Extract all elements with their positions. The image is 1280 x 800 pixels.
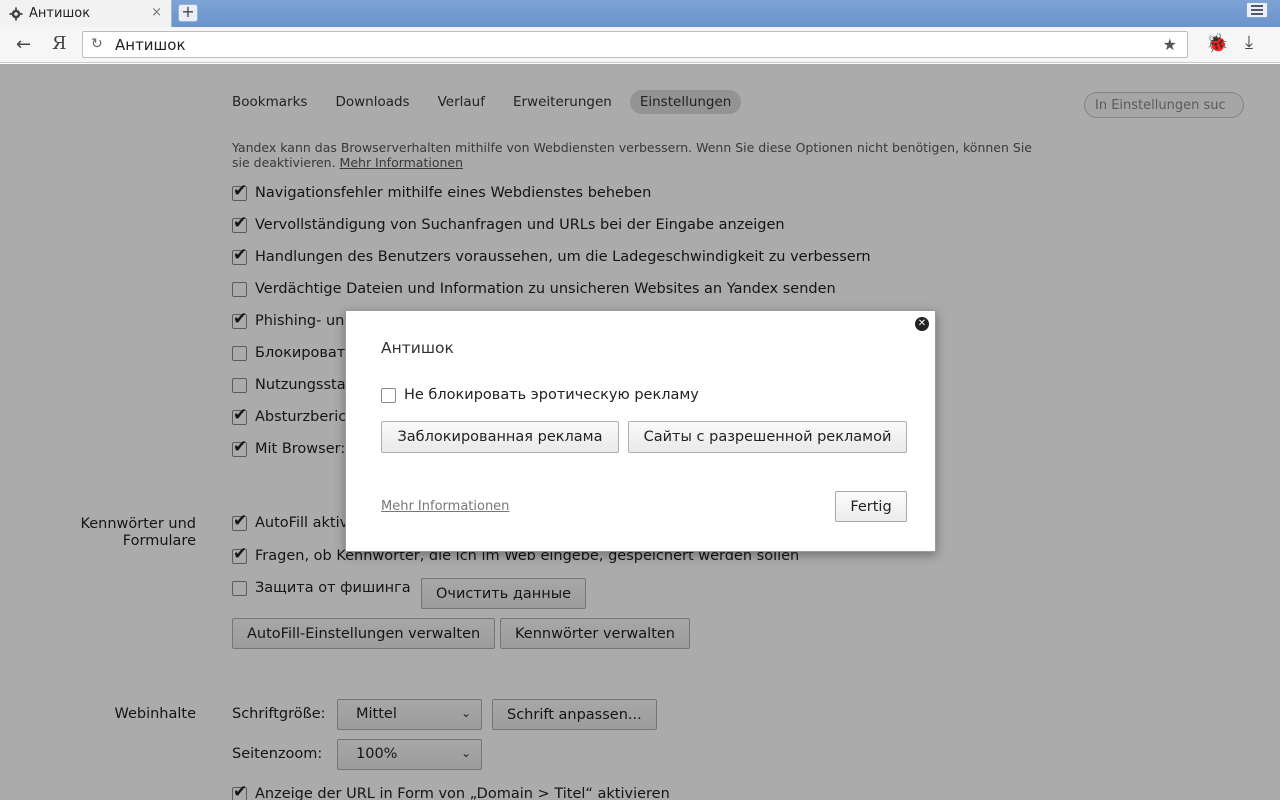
close-icon[interactable]: ✕ xyxy=(915,317,929,331)
star-icon[interactable]: ★ xyxy=(1163,35,1177,54)
browser-toolbar: ← Я ↻ Антишок ★ 🐞 ⤓ xyxy=(0,27,1280,63)
more-info-link[interactable]: Mehr Informationen xyxy=(381,499,509,514)
reload-icon[interactable]: ↻ xyxy=(91,36,103,52)
done-button[interactable]: Fertig xyxy=(835,491,907,522)
menu-icon[interactable] xyxy=(1246,2,1268,18)
close-icon[interactable]: × xyxy=(151,5,162,20)
blocked-ads-button[interactable]: Заблокированная реклама xyxy=(381,421,619,453)
checkbox[interactable] xyxy=(381,387,396,403)
address-text[interactable]: Антишок xyxy=(115,36,186,54)
address-bar[interactable]: ↻ Антишок ★ xyxy=(82,31,1188,58)
browser-tab[interactable]: Антишок × xyxy=(0,0,172,27)
download-icon[interactable]: ⤓ xyxy=(1245,32,1253,53)
antishock-dialog: ✕ Антишок Не блокировать эротическую рек… xyxy=(345,310,936,552)
yandex-logo[interactable]: Я xyxy=(52,33,67,54)
tab-title: Антишок xyxy=(29,6,91,21)
option-label: Не блокировать эротическую рекламу xyxy=(404,387,699,403)
allowed-sites-button[interactable]: Сайты с разрешенной рекламой xyxy=(628,421,907,453)
tab-strip: Антишок × + xyxy=(0,0,1280,27)
back-icon[interactable]: ← xyxy=(16,34,31,55)
bug-icon[interactable]: 🐞 xyxy=(1206,33,1228,54)
option-allow-erotic-ads[interactable]: Не блокировать эротическую рекламу xyxy=(381,387,699,403)
new-tab-button[interactable]: + xyxy=(178,4,198,22)
gear-icon xyxy=(9,6,23,21)
dialog-title: Антишок xyxy=(381,339,454,357)
